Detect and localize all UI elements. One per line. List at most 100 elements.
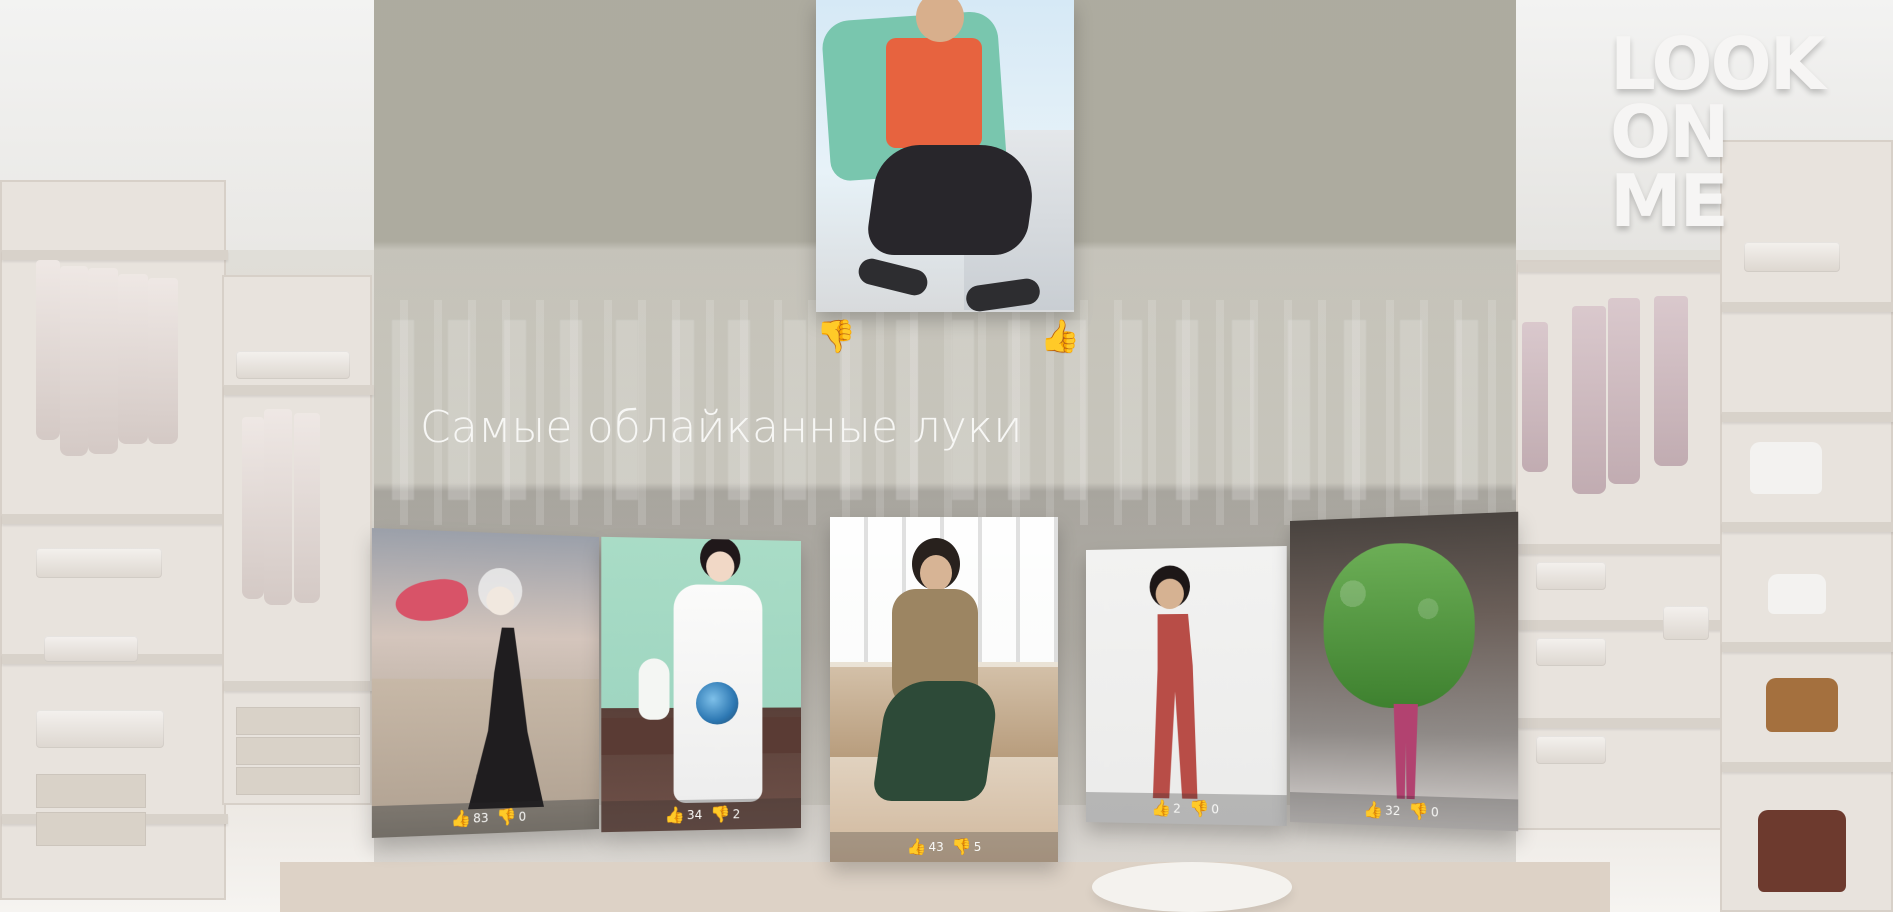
dislike-button[interactable]: 👎 — [816, 320, 856, 352]
like-count: 👍 2 — [1151, 798, 1181, 818]
room-carpet — [280, 862, 1610, 912]
side-wardrobe-shelf — [1722, 412, 1893, 422]
look-card-model-costume — [1323, 540, 1475, 709]
hanging-cloth-pink — [1572, 306, 1606, 494]
like-count-value: 32 — [1385, 803, 1401, 819]
hanging-cloth-pink — [1522, 322, 1548, 472]
brown-handbag — [1766, 678, 1838, 732]
coffee-table — [1092, 862, 1292, 912]
side-wardrobe-shelf — [1722, 522, 1893, 532]
dark-briefcase — [1758, 810, 1846, 892]
hanging-cloth — [242, 417, 264, 599]
left-wardrobe-shelf — [2, 250, 228, 260]
logo-line-3: ME — [1610, 158, 1729, 243]
folded-shirts — [1536, 736, 1606, 764]
folded-towel — [236, 351, 350, 379]
right-wardrobe-side — [1720, 140, 1893, 912]
left-wardrobe-short — [222, 275, 374, 805]
look-card-stats: 👍 43 👎 5 — [830, 832, 1058, 862]
dislike-count-value: 5 — [973, 840, 982, 854]
thumbs-down-icon: 👎 — [1408, 801, 1429, 822]
look-card-5[interactable]: 👍 32 👎 0 — [1290, 511, 1519, 832]
featured-look-card[interactable] — [816, 0, 1074, 312]
thumbs-up-icon: 👍 — [450, 808, 472, 829]
hanging-cloth — [294, 413, 320, 603]
storage-box — [44, 636, 138, 662]
thumbs-down-icon: 👎 — [496, 806, 517, 827]
logo-line-1: LOOK — [1610, 22, 1826, 106]
hanging-cloth — [264, 409, 292, 605]
side-wardrobe-shelf — [1722, 762, 1893, 772]
look-card-model-dress — [673, 584, 763, 804]
thumbs-down-icon: 👎 — [951, 837, 972, 856]
dislike-count-value: 0 — [1430, 804, 1439, 820]
hanging-cloth — [60, 266, 88, 456]
thumbs-up-icon: 👍 — [906, 837, 927, 856]
side-wardrobe-shelf — [1722, 642, 1893, 652]
hanging-cloth — [148, 278, 178, 444]
storage-box — [36, 710, 164, 748]
dislike-count-value: 0 — [518, 809, 527, 825]
white-handbag — [1750, 442, 1822, 494]
look-card-stats: 👍 2 👎 0 — [1086, 792, 1287, 827]
brand-logo: LOOK ON ME — [1610, 22, 1830, 243]
hanging-cloth-pink — [1608, 298, 1640, 484]
look-card-model-pants — [871, 681, 1001, 801]
right-wardrobe-shelf — [1518, 544, 1730, 554]
logo-line-2: ON — [1610, 90, 1729, 175]
featured-look-legs — [864, 145, 1040, 255]
look-card-stats: 👍 34 👎 2 — [601, 798, 801, 833]
right-wardrobe-shelf — [1518, 262, 1730, 272]
look-card-model-legs — [1386, 704, 1426, 800]
look-card-model-head — [920, 555, 952, 591]
white-handbag — [1768, 574, 1826, 614]
thumbs-down-icon: 👎 — [1188, 798, 1210, 819]
like-count: 👍 34 — [664, 805, 702, 825]
like-count-value: 43 — [928, 840, 944, 854]
like-count: 👍 43 — [907, 839, 944, 855]
hanging-cloth — [88, 268, 118, 454]
look-card-model-suit — [1144, 614, 1203, 799]
short-wardrobe-shelf — [224, 681, 374, 691]
look-card-4[interactable]: 👍 2 👎 0 — [1086, 545, 1287, 827]
look-card-2[interactable]: 👍 34 👎 2 — [601, 536, 801, 833]
look-card-3[interactable]: 👍 43 👎 5 — [830, 517, 1058, 862]
like-count-value: 83 — [473, 810, 489, 826]
top-liked-looks-carousel: 👍 83 👎 0 👍 34 👎 2 👍 43 👎 5 👍 2 👎 0 👍 32 … — [371, 511, 1519, 862]
left-wardrobe-tall — [0, 180, 228, 900]
look-card-model-head — [486, 586, 515, 616]
look-card-stats: 👍 83 👎 0 — [371, 799, 599, 838]
folded-linen — [1744, 242, 1840, 272]
dislike-count: 👎 0 — [1188, 798, 1220, 819]
like-button[interactable]: 👍 — [1040, 320, 1080, 352]
side-wardrobe-shelf — [1722, 302, 1893, 312]
folded-linen — [36, 548, 162, 578]
look-card-stats: 👍 32 👎 0 — [1290, 792, 1519, 832]
right-wardrobe-shelf — [1518, 718, 1730, 728]
dislike-count: 👎 0 — [1408, 801, 1439, 822]
like-count-value: 2 — [1173, 801, 1181, 816]
drawer — [236, 707, 360, 735]
dislike-count: 👎 2 — [710, 804, 741, 824]
dislike-count: 👎 5 — [952, 839, 982, 855]
hanging-cloth-pink — [1654, 296, 1688, 466]
folded-shirts — [1536, 562, 1606, 590]
drawer — [236, 737, 360, 765]
dislike-count-value: 2 — [732, 807, 741, 822]
short-wardrobe-shelf — [224, 385, 374, 395]
dislike-count: 👎 0 — [496, 806, 527, 827]
thumbs-up-icon: 👍 — [1363, 799, 1384, 820]
dislike-count-value: 0 — [1211, 802, 1220, 817]
look-card-sign — [392, 575, 471, 626]
look-card-1[interactable]: 👍 83 👎 0 — [371, 528, 599, 838]
page-title: Самые облайканные луки — [420, 402, 1023, 453]
folded-shirts — [1536, 638, 1606, 666]
thumbs-down-icon: 👎 — [710, 804, 731, 824]
look-card-vase — [638, 658, 670, 720]
like-count: 👍 83 — [450, 808, 489, 829]
drawer — [36, 812, 146, 846]
look-card-model-head — [706, 551, 735, 583]
look-card-model-head — [1155, 578, 1184, 610]
hanging-cloth — [118, 274, 148, 444]
left-wardrobe-shelf — [2, 514, 228, 524]
